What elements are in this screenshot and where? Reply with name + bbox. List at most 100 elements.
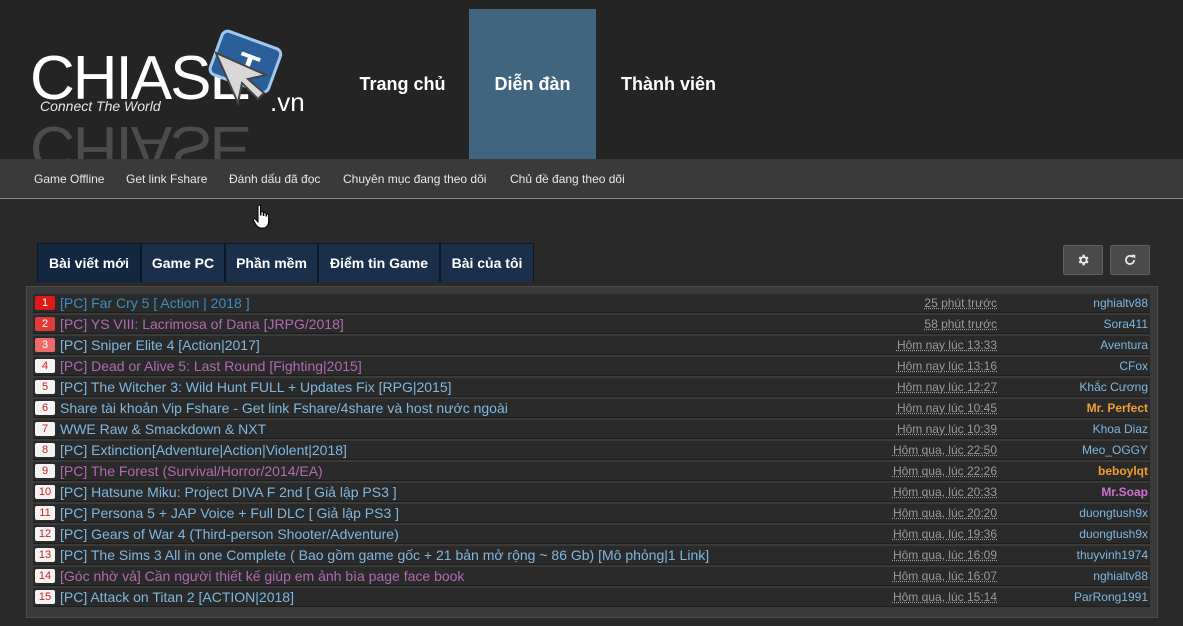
subnav-watched-forums[interactable]: Chuyên mục đang theo dõi: [343, 159, 486, 199]
thread-title-link[interactable]: [PC] Attack on Titan 2 [ACTION|2018]: [60, 588, 294, 607]
subnav-get-link-fshare[interactable]: Get link Fshare: [126, 159, 207, 199]
thread-title-link[interactable]: [PC] The Witcher 3: Wild Hunt FULL + Upd…: [60, 378, 452, 397]
rank-badge: 15: [35, 590, 55, 604]
thread-time: Hôm nay lúc 10:45: [896, 401, 997, 415]
thread-title-link[interactable]: WWE Raw & Smackdown & NXT: [60, 420, 266, 439]
thread-title-link[interactable]: [PC] Extinction[Adventure|Action|Violent…: [60, 441, 347, 460]
thread-row: 4 [PC] Dead or Alive 5: Last Round [Fight…: [33, 357, 1150, 376]
thread-title-link[interactable]: Share tài khoản Vip Fshare - Get link Fs…: [60, 399, 508, 418]
nav-members[interactable]: Thành viên: [596, 9, 741, 159]
thread-time: Hôm qua, lúc 20:20: [892, 506, 997, 520]
thread-row: 9 [PC] The Forest (Survival/Horror/2014/E…: [33, 462, 1150, 481]
thread-row: 1 [PC] Far Cry 5 [ Action | 2018 ] 25 phút…: [33, 294, 1150, 313]
thread-title-link[interactable]: [PC] Dead or Alive 5: Last Round [Fighti…: [60, 357, 362, 376]
thread-time: Hôm qua, lúc 16:07: [892, 569, 997, 583]
tab-game-news[interactable]: Điểm tin Game: [318, 243, 440, 282]
logo-graphic: CHIASE T Connect The World .vn CHIASE: [30, 29, 305, 182]
tab-my-posts-label: Bài của tôi: [451, 255, 523, 271]
nav-home[interactable]: Trang chủ: [336, 9, 469, 159]
logo-tagline: Connect The World: [40, 98, 162, 114]
site-header: CHIASE T Connect The World .vn CHIASE Tr…: [0, 9, 1183, 182]
thread-user-link[interactable]: nghialtv88: [1093, 567, 1148, 586]
thread-title-link[interactable]: [PC] The Sims 3 All in one Complete ( Ba…: [60, 546, 709, 565]
thread-row: 2 [PC] YS VIII: Lacrimosa of Dana [JRPG/2…: [33, 315, 1150, 334]
thread-user-link[interactable]: Mr.Soap: [1101, 483, 1148, 502]
thread-user-link[interactable]: Khắc Cương: [1079, 378, 1148, 397]
rank-badge: 1: [35, 296, 55, 310]
thread-time: 58 phút trước: [924, 317, 997, 331]
thread-row: 11 [PC] Persona 5 + JAP Voice + Full DLC …: [33, 504, 1150, 523]
thread-title-link[interactable]: [Góc nhờ vả] Cần người thiết kế giúp em …: [60, 567, 464, 586]
thread-row: 14 [Góc nhờ vả] Cần người thiết kế giúp e…: [33, 567, 1150, 586]
rank-badge: 2: [35, 317, 55, 331]
thread-title-link[interactable]: [PC] Hatsune Miku: Project DIVA F 2nd [ …: [60, 483, 397, 502]
thread-title-link[interactable]: [PC] Gears of War 4 (Third-person Shoote…: [60, 525, 399, 544]
thread-user-link[interactable]: Sora411: [1104, 315, 1148, 334]
thread-time: Hôm qua, lúc 19:36: [892, 527, 997, 541]
thread-row: 8 [PC] Extinction[Adventure|Action|Violen…: [33, 441, 1150, 460]
thread-title-link[interactable]: [PC] The Forest (Survival/Horror/2014/EA…: [60, 462, 323, 481]
thread-row: 15 [PC] Attack on Titan 2 [ACTION|2018] Hô…: [33, 588, 1150, 607]
thread-title-link[interactable]: [PC] Sniper Elite 4 [Action|2017]: [60, 336, 260, 355]
thread-title-link[interactable]: [PC] Persona 5 + JAP Voice + Full DLC [ …: [60, 504, 399, 523]
subnav-mark-read[interactable]: Đánh dấu đã đọc: [229, 159, 320, 199]
tab-software-label: Phần mềm: [236, 255, 307, 271]
thread-time: Hôm qua, lúc 22:50: [892, 443, 997, 457]
rank-badge: 5: [35, 380, 55, 394]
thread-row: 10 [PC] Hatsune Miku: Project DIVA F 2nd …: [33, 483, 1150, 502]
tab-new-posts-label: Bài viết mới: [49, 255, 129, 271]
rank-badge: 4: [35, 359, 55, 373]
nav-forum-label: Diễn đàn: [494, 73, 571, 94]
thread-user-link[interactable]: duongtush9x: [1079, 525, 1148, 544]
tab-game-pc[interactable]: Game PC: [141, 243, 225, 282]
rank-badge: 14: [35, 569, 55, 583]
thread-user-link[interactable]: CFox: [1119, 357, 1148, 376]
thread-row: 13 [PC] The Sims 3 All in one Complete ( …: [33, 546, 1150, 565]
thread-row: 6 Share tài khoản Vip Fshare - Get link F…: [33, 399, 1150, 418]
tab-new-posts[interactable]: Bài viết mới: [37, 243, 141, 282]
thread-time: Hôm nay lúc 10:39: [896, 422, 997, 436]
thread-user-link[interactable]: beboylqt: [1098, 462, 1148, 481]
thread-title-link[interactable]: [PC] Far Cry 5 [ Action | 2018 ]: [60, 294, 250, 313]
thread-user-link[interactable]: Meo_OGGY: [1082, 441, 1148, 460]
thread-user-link[interactable]: thuyvinh1974: [1077, 546, 1148, 565]
thread-user-link[interactable]: Aventura: [1100, 336, 1148, 355]
thread-time: Hôm qua, lúc 15:14: [892, 590, 997, 604]
sub-navigation: Game Offline Get link Fshare Đánh dấu đã…: [0, 159, 1183, 199]
gear-icon: [1078, 254, 1089, 266]
thread-time: Hôm nay lúc 13:33: [896, 338, 997, 352]
refresh-button[interactable]: [1110, 245, 1150, 275]
nav-home-label: Trang chủ: [359, 73, 446, 94]
subnav-watched-threads[interactable]: Chủ đề đang theo dõi: [510, 159, 625, 199]
thread-time: Hôm qua, lúc 22:26: [892, 464, 997, 478]
nav-forum[interactable]: Diễn đàn: [469, 9, 596, 159]
rank-badge: 8: [35, 443, 55, 457]
rank-badge: 12: [35, 527, 55, 541]
thread-user-link[interactable]: nghialtv88: [1093, 294, 1148, 313]
hand-cursor-icon: [252, 204, 270, 229]
thread-title-link[interactable]: [PC] YS VIII: Lacrimosa of Dana [JRPG/20…: [60, 315, 344, 334]
thread-user-link[interactable]: duongtush9x: [1079, 504, 1148, 523]
rank-badge: 13: [35, 548, 55, 562]
settings-button[interactable]: [1063, 245, 1103, 275]
rank-badge: 3: [35, 338, 55, 352]
thread-user-link[interactable]: Mr. Perfect: [1087, 399, 1148, 418]
rank-badge: 11: [35, 506, 55, 520]
thread-time: Hôm nay lúc 12:27: [896, 380, 997, 394]
thread-row: 7 WWE Raw & Smackdown & NXT Hôm nay lúc 10…: [33, 420, 1150, 439]
thread-time: Hôm nay lúc 13:16: [896, 359, 997, 373]
logo-reflection: CHIASE: [30, 113, 249, 159]
tab-game-pc-label: Game PC: [151, 255, 215, 271]
thread-row: 5 [PC] The Witcher 3: Wild Hunt FULL + Up…: [33, 378, 1150, 397]
thread-row: 3 [PC] Sniper Elite 4 [Action|2017] Hôm na…: [33, 336, 1150, 355]
tab-software[interactable]: Phần mềm: [225, 243, 318, 282]
thread-time: Hôm qua, lúc 20:33: [892, 485, 997, 499]
tab-my-posts[interactable]: Bài của tôi: [440, 243, 534, 282]
subnav-game-offline[interactable]: Game Offline: [34, 159, 104, 199]
top-strip: [0, 0, 1183, 9]
tab-game-news-label: Điểm tin Game: [329, 255, 429, 271]
thread-user-link[interactable]: ParRong1991: [1074, 588, 1148, 607]
rank-badge: 7: [35, 422, 55, 436]
thread-user-link[interactable]: Khoa Diaz: [1093, 420, 1148, 439]
site-logo[interactable]: CHIASE T Connect The World .vn CHIASE: [28, 19, 328, 182]
